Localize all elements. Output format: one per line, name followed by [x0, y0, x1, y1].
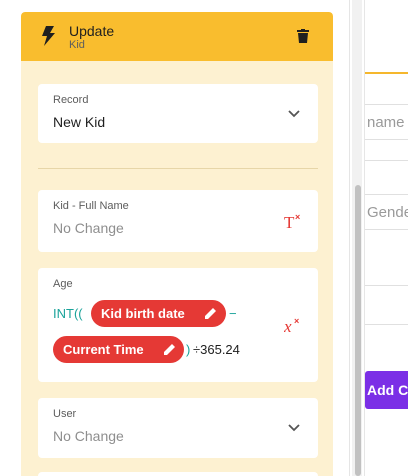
svg-text:T: T: [284, 213, 295, 231]
user-select[interactable]: User No Change: [38, 398, 318, 458]
full-name-label: Kid - Full Name: [53, 200, 129, 212]
formula-minus: −: [229, 306, 237, 321]
trash-icon[interactable]: [297, 29, 309, 43]
scrollbar-thumb[interactable]: [355, 185, 361, 476]
card-subtitle: Kid: [69, 39, 85, 51]
record-value: New Kid: [53, 114, 106, 130]
formula-int-prefix: INT((: [53, 306, 83, 321]
user-value: No Change: [53, 428, 124, 444]
gender-input-placeholder: Gende: [367, 204, 408, 221]
divider: [365, 160, 408, 161]
divider: [365, 285, 408, 286]
text-formula-icon[interactable]: T ×: [284, 211, 306, 231]
accent-line: [365, 72, 408, 74]
gender-input[interactable]: Gende: [365, 194, 408, 230]
pencil-icon[interactable]: [164, 343, 176, 355]
token-label: Kid birth date: [101, 306, 185, 321]
age-formula-field[interactable]: Age INT(( Kid birth date − Current Time …: [38, 268, 318, 382]
next-field[interactable]: [38, 472, 318, 476]
update-action-card: Update Kid Record New Kid Kid - Full Nam…: [21, 12, 333, 476]
svg-text:×: ×: [294, 316, 299, 326]
add-child-label: Add Ch: [367, 382, 408, 398]
flow-panel: Update Kid Record New Kid Kid - Full Nam…: [0, 0, 350, 476]
kid-birth-date-token[interactable]: Kid birth date: [91, 300, 226, 327]
add-child-button[interactable]: Add Ch: [365, 371, 408, 409]
section-divider: [38, 168, 318, 169]
pencil-icon[interactable]: [205, 307, 217, 319]
name-input[interactable]: name: [365, 104, 408, 140]
record-select[interactable]: Record New Kid: [38, 84, 318, 143]
user-label: User: [53, 408, 77, 420]
function-formula-icon[interactable]: x ×: [284, 315, 306, 335]
lightning-bolt-icon: [42, 26, 55, 46]
card-title: Update: [69, 23, 115, 39]
full-name-value: No Change: [53, 220, 124, 236]
right-panel: name Gende Add Ch: [364, 0, 408, 476]
record-label: Record: [53, 94, 89, 106]
kid-full-name-field[interactable]: Kid - Full Name No Change T ×: [38, 190, 318, 252]
app-root: Update Kid Record New Kid Kid - Full Nam…: [0, 0, 408, 476]
chevron-down-icon[interactable]: [288, 424, 300, 432]
divider: [365, 324, 408, 325]
svg-text:×: ×: [295, 212, 300, 222]
formula-divisor: ÷365.24: [193, 342, 240, 357]
card-header[interactable]: Update Kid: [21, 12, 333, 61]
chevron-down-icon[interactable]: [288, 110, 300, 118]
age-label: Age: [53, 278, 73, 290]
formula-close-paren: ): [186, 342, 191, 357]
svg-text:x: x: [284, 317, 292, 335]
token-label: Current Time: [63, 342, 144, 357]
current-time-token[interactable]: Current Time: [53, 336, 184, 363]
name-input-placeholder: name: [367, 114, 405, 131]
